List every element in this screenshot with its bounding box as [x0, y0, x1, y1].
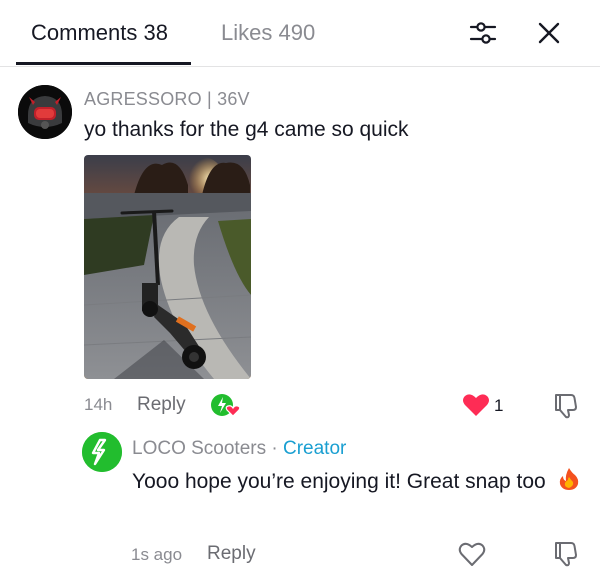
- filter-sliders-icon: [469, 22, 497, 44]
- dislike-button[interactable]: [551, 391, 579, 419]
- reply-timestamp: 1s ago: [131, 545, 183, 564]
- creator-badge: Creator: [283, 438, 347, 459]
- commenter-username[interactable]: AGRESSORO | 36V: [84, 89, 250, 110]
- active-tab-indicator: [16, 62, 191, 65]
- thumbs-down-icon: [555, 542, 577, 567]
- commenter-avatar[interactable]: [18, 85, 72, 139]
- reply-username-row: LOCO Scooters · Creator: [132, 438, 346, 460]
- comment-photo[interactable]: [84, 155, 251, 379]
- reply-text: Yooo hope you’re enjoying it! Great snap…: [132, 470, 546, 493]
- close-button[interactable]: [533, 17, 565, 49]
- loco-logo-icon: [82, 432, 122, 472]
- comment-text: yo thanks for the g4 came so quick: [84, 118, 409, 141]
- liked-by-creator-badge: [210, 392, 242, 418]
- reply-like-button[interactable]: [458, 541, 486, 567]
- close-icon: [538, 22, 560, 44]
- creator-heart-icon: [211, 394, 241, 417]
- helmet-avatar-image: [18, 85, 72, 139]
- tab-likes[interactable]: Likes 490: [221, 20, 315, 46]
- reply-button[interactable]: Reply: [137, 394, 186, 416]
- separator-dot: ·: [271, 438, 278, 459]
- comment-timestamp: 14h: [84, 395, 113, 414]
- reply-to-reply-button[interactable]: Reply: [207, 543, 256, 565]
- like-button[interactable]: [462, 393, 490, 417]
- reply-dislike-button[interactable]: [551, 539, 579, 567]
- tab-comments[interactable]: Comments 38: [31, 20, 168, 46]
- fire-emoji-icon: [556, 467, 582, 491]
- reply-text-block: Yooo hope you’re enjoying it! Great snap…: [132, 466, 582, 497]
- scooter-sunset-photo: [84, 155, 251, 379]
- like-count: 1: [494, 396, 504, 415]
- creator-username[interactable]: LOCO Scooters: [132, 438, 266, 459]
- comment-tabs: Comments 38 Likes 490: [0, 0, 600, 67]
- filter-button[interactable]: [467, 17, 499, 49]
- creator-avatar[interactable]: [82, 432, 122, 472]
- heart-filled-icon: [463, 394, 489, 416]
- thumbs-down-icon: [555, 394, 577, 419]
- heart-outline-icon: [458, 542, 486, 566]
